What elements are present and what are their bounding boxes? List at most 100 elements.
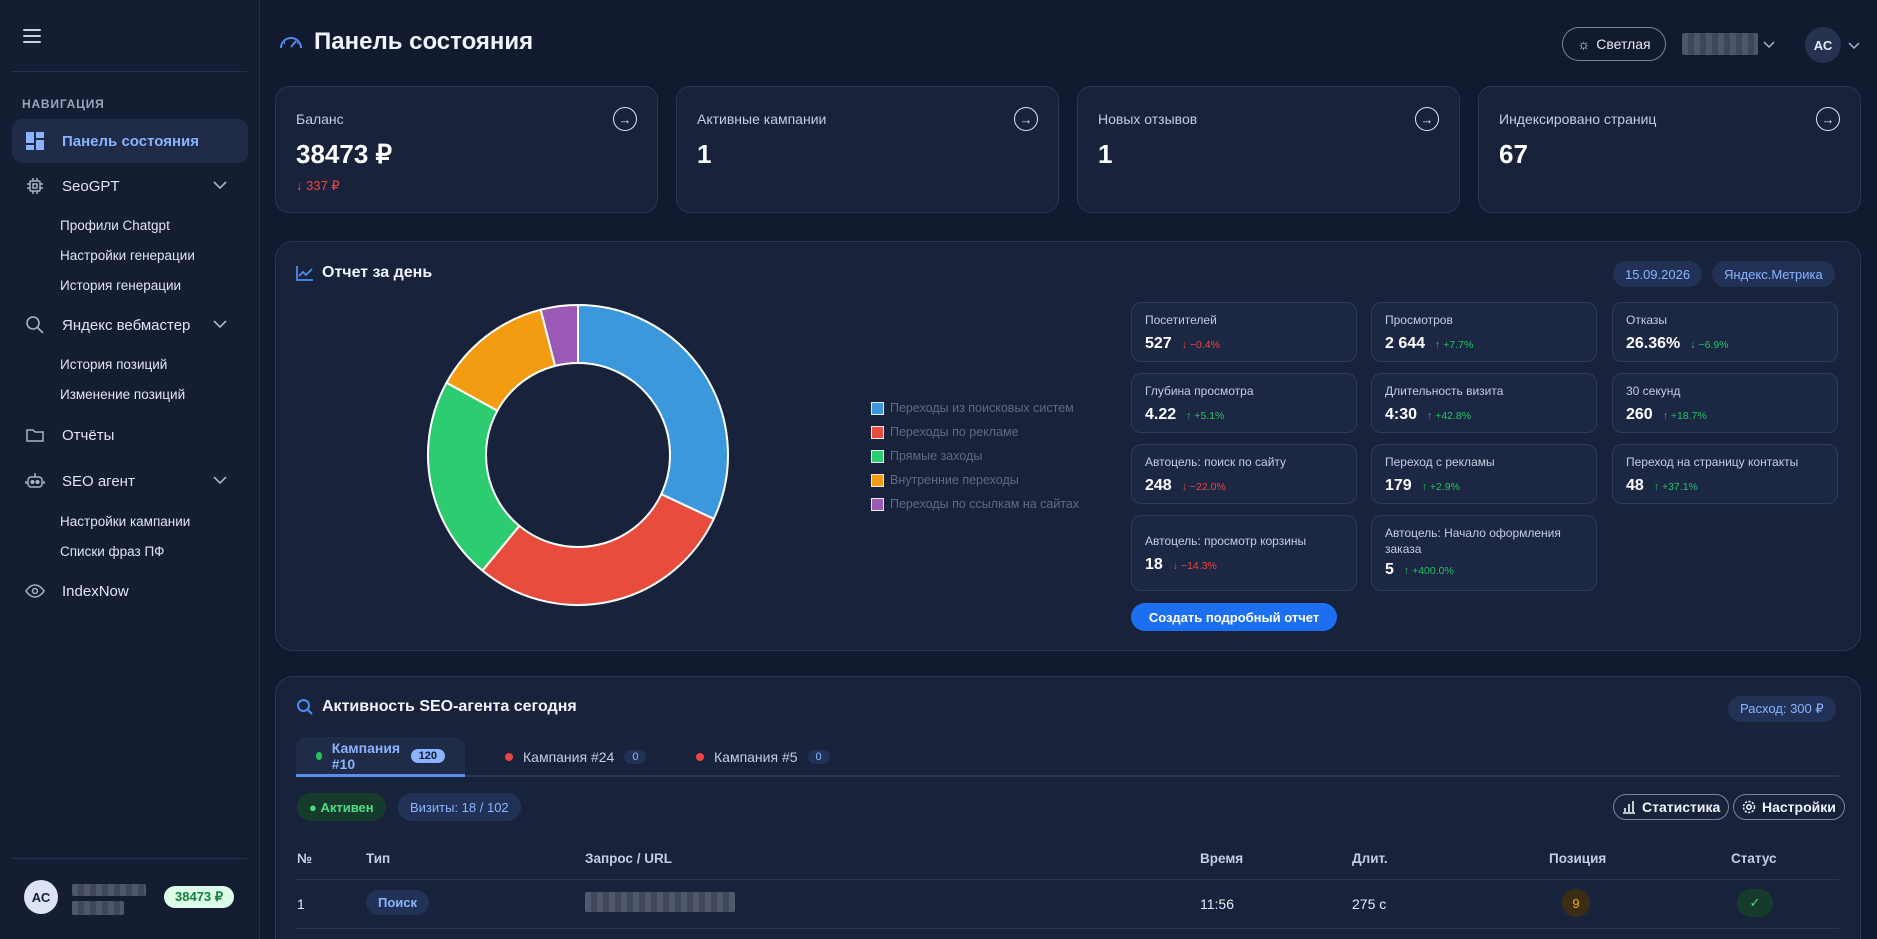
stat-value: 1 (1098, 139, 1113, 169)
metric-card: 30 секунд 260 ↑ +18.7% (1612, 373, 1838, 433)
legend-swatch (871, 473, 884, 487)
metric-title: Автоцель: поиск по сайту (1145, 455, 1287, 469)
stat-card-active-campaigns[interactable]: Активные кампании 1 → (676, 86, 1059, 213)
metric-card: Отказы 26.36% ↓ −6.9% (1612, 302, 1838, 362)
panel-title-text: Отчет за день (322, 264, 433, 281)
chart-legend: Переходы из поисковых систем Переходы по… (871, 396, 1079, 516)
legend-item[interactable]: Переходы по рекламе (871, 420, 1079, 444)
legend-label: Переходы по рекламе (890, 425, 1019, 439)
arrow-right-icon[interactable]: → (1014, 107, 1038, 131)
sub-item-generation-settings[interactable]: Настройки генерации (60, 248, 195, 263)
chevron-down-icon (1848, 42, 1860, 50)
tab-count-badge: 0 (624, 750, 647, 764)
nav-item-yandex-webmaster[interactable]: Яндекс вебмастер (12, 303, 248, 347)
arrow-right-icon[interactable]: → (1415, 107, 1439, 131)
user-menu[interactable]: АС (1805, 27, 1861, 63)
metric-title: Переход на страницу контакты (1626, 455, 1799, 469)
status-dot (696, 753, 704, 761)
chip-icon (25, 176, 45, 196)
donut-slice[interactable] (427, 381, 521, 572)
column-header[interactable]: Позиция (1549, 851, 1606, 866)
nav-item-indexnow[interactable]: IndexNow (12, 569, 248, 613)
sub-item-position-history[interactable]: История позиций (60, 357, 167, 372)
column-header[interactable]: Время (1200, 851, 1243, 866)
donut-slice[interactable] (577, 303, 729, 521)
metric-value: 5 (1385, 561, 1394, 579)
metric-title: Переход с рекламы (1385, 455, 1495, 469)
balance-badge: 38473 ₽ (164, 886, 235, 908)
nav-item-label: SeoGPT (62, 177, 120, 195)
site-selector[interactable] (1682, 33, 1776, 55)
legend-label: Прямые заходы (890, 449, 983, 463)
sub-item-chatgpt-profiles[interactable]: Профили Chatgpt (60, 218, 170, 233)
legend-item[interactable]: Прямые заходы (871, 444, 1079, 468)
sub-item-campaign-settings[interactable]: Настройки кампании (60, 514, 190, 529)
table-divider (296, 879, 1839, 880)
speedometer-icon (278, 31, 304, 54)
query-url-redacted[interactable] (585, 892, 735, 912)
nav-item-seogpt[interactable]: SeoGPT (12, 164, 248, 208)
sub-item-phrase-lists[interactable]: Списки фраз ПФ (60, 544, 164, 559)
chevron-down-icon[interactable] (212, 474, 228, 486)
metric-value: 260 (1626, 405, 1653, 423)
tab-campaign-10[interactable]: Кампания #10 120 (296, 737, 465, 777)
status-dot (316, 751, 322, 760)
donut-slice[interactable] (480, 492, 716, 606)
chevron-down-icon (1763, 41, 1775, 49)
report-date-chip[interactable]: 15.09.2026 (1613, 261, 1703, 287)
column-header[interactable]: Статус (1731, 851, 1777, 866)
legend-swatch (871, 425, 884, 439)
column-header[interactable]: Длит. (1352, 851, 1388, 866)
metric-value: 18 (1145, 555, 1163, 573)
arrow-right-icon[interactable]: → (1816, 107, 1840, 131)
column-header[interactable]: Тип (366, 851, 390, 866)
legend-label: Переходы из поисковых систем (890, 401, 1074, 415)
metric-delta: ↑ +2.9% (1421, 480, 1460, 493)
avatar[interactable]: АС (24, 880, 58, 914)
theme-toggle-button[interactable]: ☼ Светлая (1562, 27, 1666, 61)
tab-campaign-24[interactable]: Кампания #24 0 (485, 737, 666, 777)
arrow-right-icon[interactable]: → (613, 107, 637, 131)
visits-badge: Визиты: 18 / 102 (398, 793, 521, 821)
chevron-down-icon[interactable] (212, 318, 228, 330)
sub-item-generation-history[interactable]: История генерации (60, 278, 181, 293)
sub-item-position-changes[interactable]: Изменение позиций (60, 387, 185, 402)
search-icon (25, 315, 45, 335)
legend-swatch (871, 449, 884, 463)
user-email-redacted (72, 901, 124, 915)
create-report-button[interactable]: Создать подробный отчет (1131, 603, 1337, 631)
metric-delta: ↑ +400.0% (1403, 565, 1454, 578)
eye-icon (25, 581, 45, 601)
metric-value: 248 (1145, 476, 1172, 494)
nav-item-label: IndexNow (62, 582, 129, 600)
legend-item[interactable]: Внутренние переходы (871, 468, 1079, 492)
statistics-button[interactable]: Статистика (1613, 794, 1730, 820)
report-source-chip[interactable]: Яндекс.Метрика (1712, 261, 1835, 287)
stat-card-indexed-pages[interactable]: Индексировано страниц 67 → (1478, 86, 1861, 213)
tab-count-badge: 0 (807, 750, 830, 764)
menu-toggle-icon[interactable] (23, 29, 41, 43)
metric-delta: ↑ +7.7% (1435, 338, 1474, 351)
legend-item[interactable]: Переходы по ссылкам на сайтах (871, 492, 1079, 516)
stat-card-new-reviews[interactable]: Новых отзывов 1 → (1077, 86, 1460, 213)
stat-card-balance[interactable]: Баланс 38473 ₽ ↓ 337 ₽ → (275, 86, 658, 213)
tab-campaign-5[interactable]: Кампания #5 0 (676, 737, 850, 777)
legend-item[interactable]: Переходы из поисковых систем (871, 396, 1079, 420)
metric-title: Автоцель: Начало оформления заказа (1385, 526, 1561, 556)
stat-title: Индексировано страниц (1499, 111, 1657, 127)
site-name-redacted (1682, 33, 1758, 55)
column-header[interactable]: № (297, 851, 312, 866)
nav-item-seo-agent[interactable]: SEO агент (12, 459, 248, 503)
metric-value: 4:30 (1385, 405, 1418, 423)
nav-item-dashboard[interactable]: Панель состояния (12, 119, 248, 163)
row-number: 1 (297, 896, 305, 912)
tab-count-badge: 120 (410, 748, 445, 763)
stat-delta: ↓ 337 ₽ (296, 178, 340, 193)
nav-item-reports[interactable]: Отчёты (12, 413, 248, 457)
metric-value: 2 644 (1385, 334, 1426, 352)
position-badge: 9 (1562, 889, 1590, 917)
column-header[interactable]: Запрос / URL (585, 851, 672, 866)
settings-button[interactable]: Настройки (1733, 794, 1845, 820)
chevron-down-icon[interactable] (212, 179, 228, 191)
tab-label: Кампания #5 (714, 749, 798, 765)
